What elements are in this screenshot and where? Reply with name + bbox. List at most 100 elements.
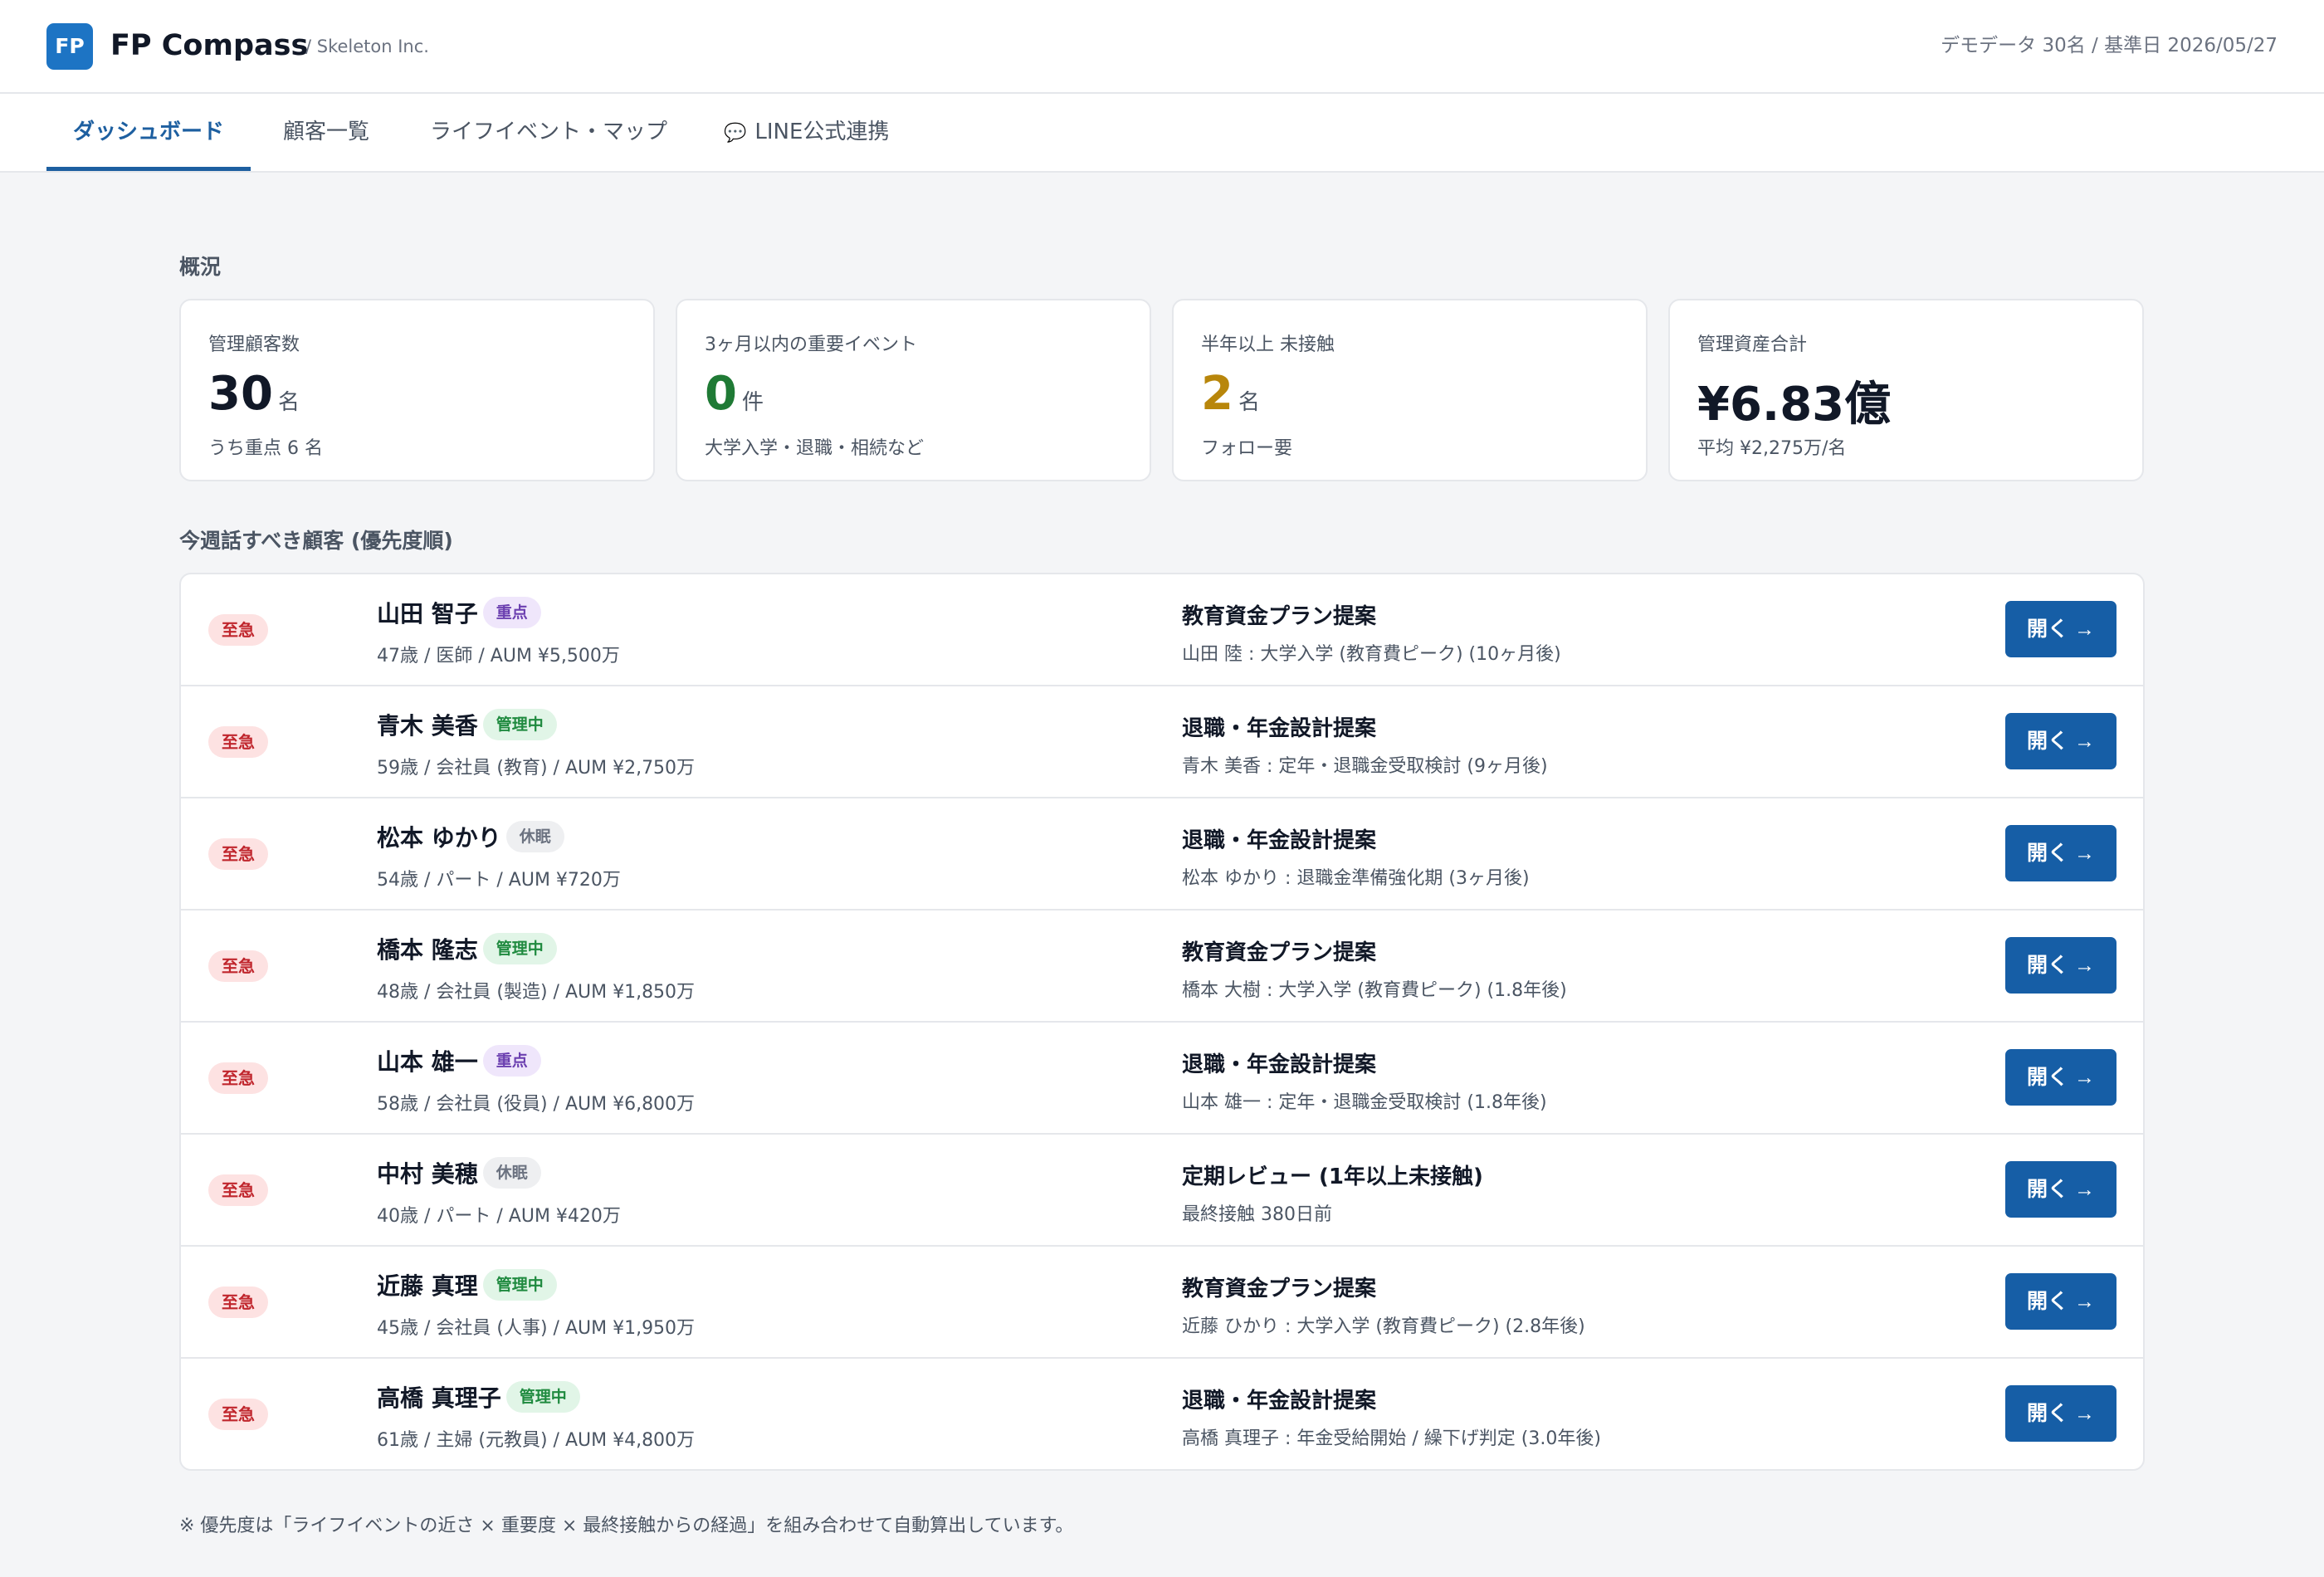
customer-status-tag: 管理中 [482,933,557,964]
customer-status-tag: 重点 [482,1045,541,1077]
customer-meta: 47歳 / 医師 / AUM ¥5,500万 [377,646,620,666]
open-customer-button[interactable]: 開く → [2005,1049,2116,1106]
action-detail: 青木 美香 : 定年・退職金受取検討 (9ヶ月後) [1182,756,1548,777]
customer-name[interactable]: 松本 ゆかり [377,824,501,852]
customer-name[interactable]: 近藤 真理 [377,1272,478,1300]
customer-status-tag: 管理中 [482,1269,557,1301]
stat-card-value-wrap: 0件 [705,367,764,421]
customer-meta: 58歳 / 会社員 (役員) / AUM ¥6,800万 [377,1094,696,1115]
table-row: 至急 高橋 真理子 管理中 61歳 / 主婦 (元教員) / AUM ¥4,800… [181,1359,2143,1469]
customer-status-tag: 休眠 [505,821,564,852]
suggested-action: 教育資金プラン提案 [1182,1277,1377,1301]
suggested-action: 定期レビュー (1年以上未接触) [1182,1164,1483,1189]
table-row: 至急 近藤 真理 管理中 45歳 / 会社員 (人事) / AUM ¥1,950万… [181,1247,2143,1359]
customer-status-tag: 重点 [482,597,541,628]
stat-card-total-aum: 管理資産合計 ¥6.83億 平均 ¥2,275万/名 [1668,299,2144,481]
stat-card-title: 3ヶ月以内の重要イベント [705,334,917,355]
table-row: 至急 橋本 隆志 管理中 48歳 / 会社員 (製造) / AUM ¥1,850万… [181,911,2143,1023]
open-customer-button[interactable]: 開く → [2005,1273,2116,1330]
priority-customer-list: 至急 山田 智子 重点 47歳 / 医師 / AUM ¥5,500万 教育資金プラ… [179,573,2145,1471]
customer-name[interactable]: 山本 雄一 [377,1048,478,1076]
open-customer-button[interactable]: 開く → [2005,825,2116,881]
app-logo[interactable]: FP [46,23,93,70]
stat-card-value: 30 [208,367,273,421]
table-row: 至急 山田 智子 重点 47歳 / 医師 / AUM ¥5,500万 教育資金プラ… [181,574,2143,686]
stat-card-title: 管理顧客数 [208,334,300,355]
urgency-badge: 至急 [208,614,268,646]
open-customer-button[interactable]: 開く → [2005,1385,2116,1442]
tab-line-integration-label: LINE公式連携 [754,120,890,144]
open-customer-button[interactable]: 開く → [2005,713,2116,769]
customer-name-line: 近藤 真理 管理中 [377,1268,557,1301]
action-detail: 山田 陸 : 大学入学 (教育費ピーク) (10ヶ月後) [1182,644,1561,665]
stat-card-subtext: うち重点 6 名 [208,438,323,459]
table-row: 至急 青木 美香 管理中 59歳 / 会社員 (教育) / AUM ¥2,750万… [181,686,2143,798]
main-tabs: ダッシュボード 顧客一覧 ライフイベント・マップ 💬 LINE公式連携 [0,94,2324,173]
open-customer-button[interactable]: 開く → [2005,1161,2116,1218]
customer-name[interactable]: 橋本 隆志 [377,936,478,964]
urgency-badge: 至急 [208,726,268,758]
urgency-badge: 至急 [208,1399,268,1430]
table-row: 至急 中村 美穂 休眠 40歳 / パート / AUM ¥420万 定期レビュー … [181,1135,2143,1247]
tab-dashboard[interactable]: ダッシュボード [46,94,251,171]
suggested-action: 退職・年金設計提案 [1182,1052,1377,1077]
overview-heading: 概況 [179,255,222,279]
stat-card-upcoming-events: 3ヶ月以内の重要イベント 0件 大学入学・退職・相続など [676,299,1151,481]
open-customer-button[interactable]: 開く → [2005,937,2116,994]
customer-name[interactable]: 青木 美香 [377,712,478,740]
customer-name[interactable]: 山田 智子 [377,600,478,627]
urgency-badge: 至急 [208,950,268,982]
suggested-action: 教育資金プラン提案 [1182,940,1377,965]
suggested-action: 退職・年金設計提案 [1182,1389,1377,1413]
customer-name-line: 山田 智子 重点 [377,596,541,629]
stat-card-value-wrap: 30 名 [208,367,300,421]
stat-card-value-wrap: 2名 [1201,367,1260,421]
priority-footnote: ※ 優先度は「ライフイベントの近さ × 重要度 × 最終接触からの経過」を組み合… [179,1516,1074,1536]
stat-card-unit: 名 [1238,390,1260,415]
priority-heading: 今週話すべき顧客 (優先度順) [179,529,453,553]
urgency-badge: 至急 [208,1174,268,1206]
stat-card-title: 管理資産合計 [1697,334,1808,355]
customer-meta: 48歳 / 会社員 (製造) / AUM ¥1,850万 [377,982,696,1003]
organization-name: / Skeleton Inc. [305,37,429,56]
customer-name-line: 山本 雄一 重点 [377,1044,541,1077]
stat-card-value-wrap: ¥6.83億 [1697,367,1896,434]
customer-name[interactable]: 高橋 真理子 [377,1384,501,1412]
open-customer-button[interactable]: 開く → [2005,601,2116,657]
customer-name-line: 松本 ゆかり 休眠 [377,820,564,853]
stat-card-value: ¥6.83億 [1697,378,1892,432]
tab-life-event-map[interactable]: ライフイベント・マップ [403,94,694,171]
stat-card-uncontacted: 半年以上 未接触 2名 フォロー要 [1172,299,1648,481]
stat-card-managed-customers: 管理顧客数 30 名 うち重点 6 名 [179,299,655,481]
customer-name[interactable]: 中村 美穂 [377,1160,478,1188]
action-detail: 高橋 真理子 : 年金受給開始 / 繰下げ判定 (3.0年後) [1182,1428,1601,1449]
stat-card-value: 2 [1201,367,1233,421]
urgency-badge: 至急 [208,838,268,870]
stat-card-subtext: フォロー要 [1201,438,1293,459]
stat-card-value: 0 [705,367,737,421]
urgency-badge: 至急 [208,1286,268,1318]
tab-customer-list[interactable]: 顧客一覧 [256,94,396,171]
urgency-badge: 至急 [208,1062,268,1094]
suggested-action: 退職・年金設計提案 [1182,716,1377,741]
action-detail: 松本 ゆかり : 退職金準備強化期 (3ヶ月後) [1182,868,1530,889]
demo-data-info: デモデータ 30名 / 基準日 2026/05/27 [1941,35,2278,56]
app-name: FP Compass [110,29,309,62]
customer-status-tag: 管理中 [482,709,557,740]
stat-card-unit: 件 [741,390,764,415]
suggested-action: 退職・年金設計提案 [1182,828,1377,853]
chat-bubble-icon: 💬 [724,123,747,144]
tab-line-integration[interactable]: 💬 LINE公式連携 [697,94,915,171]
action-detail: 最終接触 380日前 [1182,1204,1332,1225]
customer-meta: 61歳 / 主婦 (元教員) / AUM ¥4,800万 [377,1430,696,1451]
app-header: FP FP Compass / Skeleton Inc. デモデータ 30名 … [0,0,2324,94]
stat-card-title: 半年以上 未接触 [1201,334,1335,355]
customer-meta: 45歳 / 会社員 (人事) / AUM ¥1,950万 [377,1318,696,1339]
customer-name-line: 橋本 隆志 管理中 [377,932,557,965]
customer-name-line: 中村 美穂 休眠 [377,1156,541,1189]
customer-name-line: 青木 美香 管理中 [377,708,557,741]
action-detail: 橋本 大樹 : 大学入学 (教育費ピーク) (1.8年後) [1182,980,1567,1001]
table-row: 至急 山本 雄一 重点 58歳 / 会社員 (役員) / AUM ¥6,800万 … [181,1023,2143,1135]
customer-status-tag: 休眠 [482,1157,541,1189]
customer-meta: 54歳 / パート / AUM ¥720万 [377,870,621,891]
